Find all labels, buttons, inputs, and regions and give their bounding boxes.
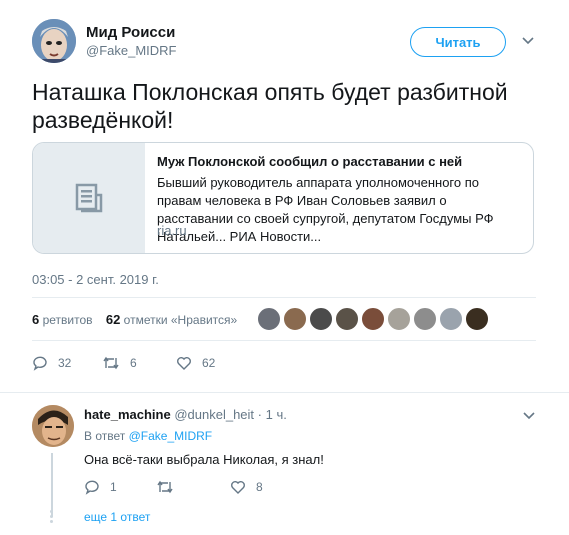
liker-avatar[interactable] <box>257 307 281 331</box>
reply-text: Она всё-таки выбрала Николая, я знал! <box>84 452 324 467</box>
liker-avatar[interactable] <box>465 307 489 331</box>
liker-avatar[interactable] <box>309 307 333 331</box>
reply-like-action[interactable]: 8 <box>230 479 263 495</box>
thread-line <box>51 453 53 517</box>
engagement-stats: 6 ретвитов 62 отметки «Нравится» <box>32 312 237 327</box>
retweets-count[interactable]: 6 <box>32 312 39 327</box>
liker-avatar[interactable] <box>413 307 437 331</box>
reply-reply-count: 1 <box>110 480 117 494</box>
thread-dots <box>50 510 53 525</box>
chevron-down-icon[interactable] <box>521 34 535 48</box>
reply-icon <box>85 480 99 495</box>
liker-avatar[interactable] <box>439 307 463 331</box>
retweet-action[interactable]: 6 <box>102 355 137 371</box>
like-action[interactable]: 62 <box>176 355 215 371</box>
chevron-down-icon[interactable] <box>522 409 536 423</box>
retweet-count: 6 <box>130 356 137 370</box>
reply-like-count: 8 <box>256 480 263 494</box>
avatar-comic-face-icon <box>32 405 74 447</box>
liker-avatar[interactable] <box>387 307 411 331</box>
avatar-caricature-icon <box>32 19 76 63</box>
retweets-label[interactable]: ретвитов <box>43 313 93 327</box>
heart-icon <box>231 481 245 494</box>
retweet-icon <box>103 356 119 370</box>
liker-avatar[interactable] <box>361 307 385 331</box>
card-thumbnail <box>33 143 145 253</box>
reply-header: hate_machine @dunkel_heit · 1 ч. <box>84 407 287 422</box>
reply-icon <box>33 356 47 371</box>
reply-retweet-action[interactable] <box>156 479 184 495</box>
reply-action[interactable]: 32 <box>32 355 71 371</box>
retweet-icon <box>157 480 173 494</box>
author-avatar[interactable] <box>32 19 76 63</box>
likes-label[interactable]: отметки «Нравится» <box>124 313 238 327</box>
reply-to-label: В ответ <box>84 429 126 443</box>
reply-tweet[interactable]: hate_machine @dunkel_heit · 1 ч. В ответ… <box>0 395 569 535</box>
author-handle[interactable]: @Fake_MIDRF <box>86 43 177 58</box>
likes-count[interactable]: 62 <box>106 312 120 327</box>
follow-button[interactable]: Читать <box>410 27 506 57</box>
document-icon <box>75 183 103 213</box>
author-name[interactable]: Мид Роисси <box>86 24 175 41</box>
more-replies-link[interactable]: еще 1 ответ <box>84 510 150 524</box>
reply-to-line: В ответ @Fake_MIDRF <box>84 429 212 443</box>
card-title: Муж Поклонской сообщил о расставании с н… <box>157 154 463 169</box>
liker-avatar[interactable] <box>335 307 359 331</box>
divider <box>32 340 536 341</box>
reply-author-handle[interactable]: @dunkel_heit <box>174 407 254 422</box>
reply-to-handle[interactable]: @Fake_MIDRF <box>129 429 213 443</box>
liker-avatar[interactable] <box>283 307 307 331</box>
heart-icon <box>177 357 191 370</box>
link-card[interactable]: Муж Поклонской сообщил о расставании с н… <box>32 142 534 254</box>
divider <box>0 392 569 393</box>
like-count: 62 <box>202 356 216 370</box>
reply-reply-action[interactable]: 1 <box>84 479 117 495</box>
reply-time[interactable]: · 1 ч. <box>258 407 287 422</box>
liker-avatars <box>257 307 491 333</box>
reply-avatar[interactable] <box>32 405 74 447</box>
card-domain: ria.ru <box>157 223 187 238</box>
tweet-text: Наташка Поклонская опять будет разбитной… <box>32 79 508 133</box>
divider <box>32 297 536 298</box>
reply-count: 32 <box>58 356 72 370</box>
card-description: Бывший руководитель аппарата уполномочен… <box>157 175 494 244</box>
reply-author-name[interactable]: hate_machine <box>84 407 171 422</box>
tweet-timestamp[interactable]: 03:05 - 2 сент. 2019 г. <box>32 272 159 287</box>
